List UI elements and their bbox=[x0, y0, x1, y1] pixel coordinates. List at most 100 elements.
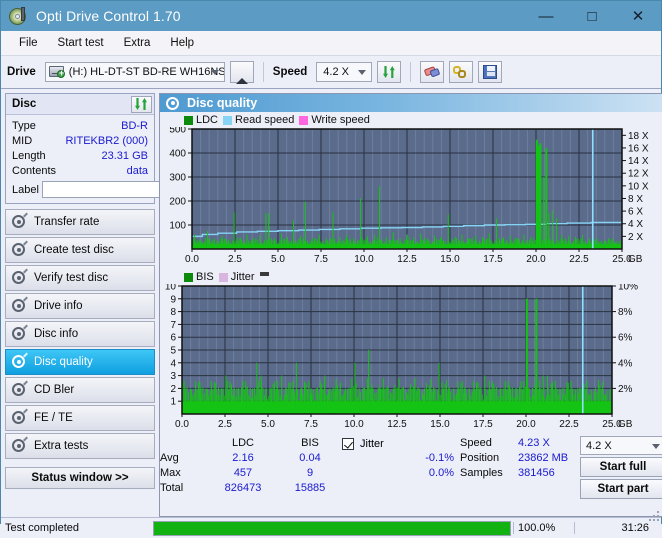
chart-ldc-readspeed[interactable]: 100 200 300 400 500 2 X 4 X6 X 8 X 10 X 12 X 14 X 1… bbox=[160, 127, 662, 267]
legend-label: Write speed bbox=[311, 114, 370, 126]
disc-refresh-button[interactable] bbox=[131, 95, 152, 113]
svg-text:5: 5 bbox=[170, 346, 176, 357]
stats-row-total-ldc: 826473 bbox=[224, 482, 262, 494]
menu-file[interactable]: File bbox=[9, 34, 48, 52]
stats-actions: 4.2 X Start full Start part bbox=[580, 436, 662, 499]
close-button[interactable]: ✕ bbox=[615, 1, 661, 31]
sidebar-item-cd-bler[interactable]: CD Bler bbox=[5, 377, 155, 403]
svg-text:GB: GB bbox=[618, 419, 633, 430]
disc-contents-value: data bbox=[126, 164, 148, 177]
chevron-down-icon bbox=[210, 70, 220, 75]
svg-text:500: 500 bbox=[169, 127, 186, 136]
disc-icon bbox=[12, 324, 28, 341]
svg-text:7.5: 7.5 bbox=[304, 419, 318, 430]
svg-text:10%: 10% bbox=[618, 284, 638, 293]
drive-icon bbox=[48, 64, 66, 80]
disc-icon bbox=[12, 408, 28, 425]
nav-list: Transfer rate Create test disc Verify te… bbox=[5, 209, 155, 459]
drive-select[interactable]: (H:) HL-DT-ST BD-RE WH16NS48 1.D3 bbox=[44, 62, 225, 82]
svg-text:6: 6 bbox=[170, 333, 176, 344]
legend-write-speed: Write speed bbox=[299, 114, 370, 126]
sidebar: Disc Type BD-R MID RITEKBR2 (000) Length… bbox=[1, 89, 215, 517]
sidebar-item-create-test-disc[interactable]: Create test disc bbox=[5, 237, 155, 263]
legend-marker-icon bbox=[259, 271, 269, 276]
sidebar-item-drive-info[interactable]: Drive info bbox=[5, 293, 155, 319]
disc-type-key: Type bbox=[12, 119, 36, 132]
svg-text:300: 300 bbox=[169, 173, 186, 184]
jitter-checkbox[interactable] bbox=[342, 437, 354, 450]
legend-ldc: LDC bbox=[184, 114, 218, 126]
resize-grip[interactable] bbox=[649, 511, 659, 521]
svg-text:8%: 8% bbox=[618, 307, 633, 318]
disc-length-key: Length bbox=[12, 149, 46, 162]
svg-text:6 X: 6 X bbox=[628, 207, 643, 218]
legend-read-speed: Read speed bbox=[223, 114, 294, 126]
legend-swatch-icon bbox=[184, 115, 193, 125]
svg-text:4 X: 4 X bbox=[628, 219, 643, 230]
speed-readout-key: Speed bbox=[460, 437, 492, 449]
stats-readout: Speed 4.23 X Position 23862 MB Samples 3… bbox=[460, 436, 580, 499]
svg-text:18 X: 18 X bbox=[628, 131, 649, 142]
stats-row-total-bis: 15885 bbox=[294, 482, 326, 494]
svg-text:5.0: 5.0 bbox=[261, 419, 275, 430]
status-window-button[interactable]: Status window >> bbox=[5, 467, 155, 489]
position-readout-value: 23862 MB bbox=[518, 452, 569, 464]
svg-text:100: 100 bbox=[169, 221, 186, 232]
svg-text:GB: GB bbox=[628, 254, 643, 265]
svg-text:12.5: 12.5 bbox=[397, 254, 417, 265]
minimize-button[interactable]: — bbox=[523, 1, 569, 31]
progress-bar bbox=[153, 520, 511, 536]
window-title: Opti Drive Control 1.70 bbox=[36, 8, 181, 24]
svg-text:12 X: 12 X bbox=[628, 169, 649, 180]
stats-row-avg-ldc: 2.16 bbox=[232, 452, 254, 464]
disc-info-panel: Disc Type BD-R MID RITEKBR2 (000) Length… bbox=[5, 93, 215, 204]
eject-button[interactable] bbox=[229, 61, 254, 84]
refresh-speed-button[interactable] bbox=[377, 61, 402, 83]
svg-text:7: 7 bbox=[170, 320, 176, 331]
stats-header-bis: BIS bbox=[301, 437, 319, 449]
samples-readout-row: Samples 381456 bbox=[460, 466, 580, 481]
menu-start-test[interactable]: Start test bbox=[48, 34, 114, 52]
disc-icon bbox=[12, 436, 28, 453]
start-part-button[interactable]: Start part bbox=[580, 479, 662, 499]
disc-icon bbox=[12, 296, 28, 313]
disc-row-contents: Contents data bbox=[12, 163, 148, 178]
svg-text:20.0: 20.0 bbox=[526, 254, 546, 265]
disc-row-mid: MID RITEKBR2 (000) bbox=[12, 133, 148, 148]
sidebar-item-disc-info[interactable]: Disc info bbox=[5, 321, 155, 347]
disc-panel-header: Disc bbox=[6, 94, 154, 115]
sidebar-item-transfer-rate[interactable]: Transfer rate bbox=[5, 209, 155, 235]
start-full-button[interactable]: Start full bbox=[580, 457, 662, 477]
toolbar: Drive (H:) HL-DT-ST BD-RE WH16NS48 1.D3 … bbox=[1, 56, 661, 89]
speed-select[interactable]: 4.2 X bbox=[316, 62, 373, 82]
refresh-icon bbox=[134, 97, 149, 111]
test-speed-select[interactable]: 4.2 X bbox=[580, 436, 662, 455]
maximize-button[interactable]: □ bbox=[569, 1, 615, 31]
window-controls: — □ ✕ bbox=[523, 1, 661, 31]
chain-button[interactable] bbox=[449, 61, 474, 83]
svg-text:0.0: 0.0 bbox=[185, 254, 199, 265]
svg-text:4: 4 bbox=[170, 358, 176, 369]
svg-text:200: 200 bbox=[169, 197, 186, 208]
sidebar-item-verify-test-disc[interactable]: Verify test disc bbox=[5, 265, 155, 291]
drive-label: Drive bbox=[7, 66, 36, 78]
position-readout-key: Position bbox=[460, 452, 500, 464]
menu-help[interactable]: Help bbox=[160, 34, 204, 52]
stats-area: LDC BIS Avg 2.16 0.04 Max 457 9 Total 82… bbox=[160, 432, 662, 501]
chart-top-legend: LDC Read speed Write speed bbox=[160, 112, 662, 127]
chart-bis-jitter[interactable]: 1 2 3 4 5 6 7 8 9 10 2% 4% 6% 8% 10% 0.0 2.5 5.0 7.5 10.0 12… bbox=[160, 284, 662, 432]
stats-header-ldc: LDC bbox=[231, 437, 254, 449]
erase-button[interactable] bbox=[420, 61, 445, 83]
svg-text:10: 10 bbox=[165, 284, 177, 293]
svg-text:5.0: 5.0 bbox=[271, 254, 285, 265]
sidebar-item-label: Disc info bbox=[34, 328, 79, 340]
sidebar-item-label: FE / TE bbox=[34, 412, 73, 424]
sidebar-item-extra-tests[interactable]: Extra tests bbox=[5, 433, 155, 459]
menu-extra[interactable]: Extra bbox=[114, 34, 161, 52]
floppy-save-icon bbox=[483, 65, 498, 79]
content-area: Disc Type BD-R MID RITEKBR2 (000) Length… bbox=[1, 89, 662, 517]
position-readout-row: Position 23862 MB bbox=[460, 451, 580, 466]
save-button[interactable] bbox=[478, 61, 503, 83]
sidebar-item-fe-te[interactable]: FE / TE bbox=[5, 405, 155, 431]
sidebar-item-disc-quality[interactable]: Disc quality bbox=[5, 349, 155, 375]
